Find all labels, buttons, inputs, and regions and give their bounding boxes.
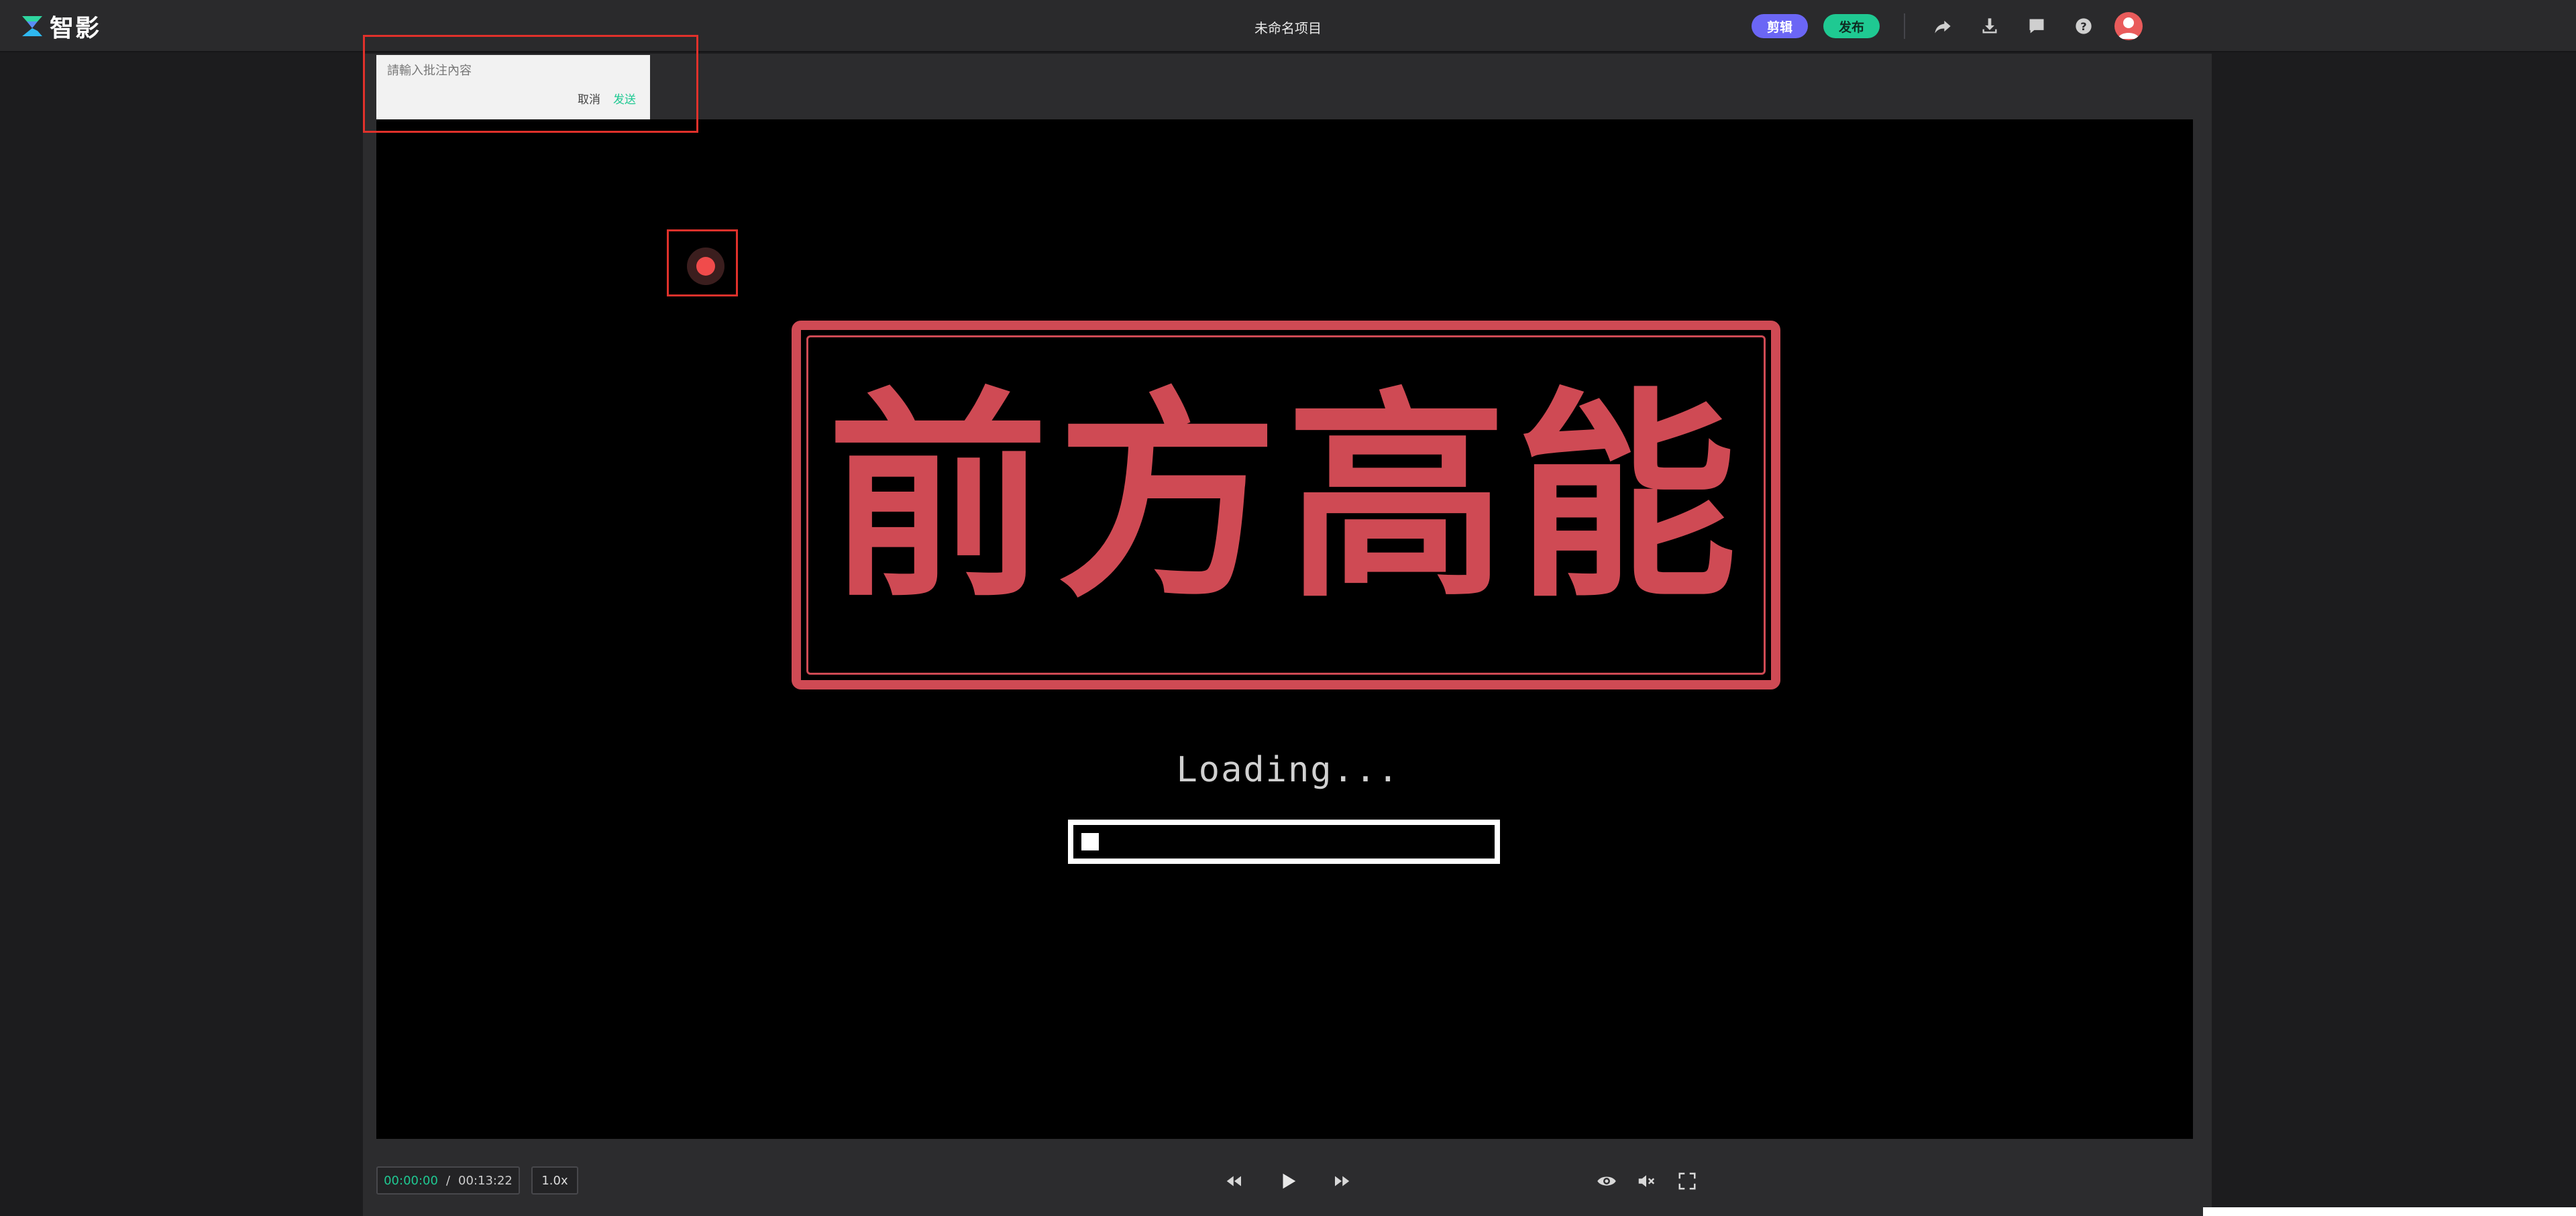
- playback-speed-button[interactable]: 1.0x: [531, 1166, 578, 1195]
- rewind-icon[interactable]: [1221, 1168, 1248, 1195]
- comment-cancel-button[interactable]: 取消: [578, 90, 600, 107]
- current-time: 00:00:00: [384, 1173, 438, 1188]
- comment-icon[interactable]: [2025, 15, 2048, 38]
- video-sign-inner-border: [806, 335, 1766, 675]
- comment-input[interactable]: [387, 60, 642, 80]
- video-loading-text: Loading...: [1176, 750, 1400, 790]
- fullscreen-icon[interactable]: [1674, 1168, 1701, 1195]
- toolbar-divider: [1904, 13, 1905, 39]
- eye-icon[interactable]: [1593, 1168, 1620, 1195]
- annotation-marker[interactable]: [687, 247, 724, 285]
- avatar[interactable]: [2114, 12, 2143, 40]
- time-separator: /: [445, 1173, 451, 1188]
- publish-button[interactable]: 发布: [1823, 14, 1880, 38]
- top-bar: 智影 未命名项目 剪辑 发布 ?: [0, 0, 2576, 52]
- volume-mute-icon[interactable]: [1633, 1168, 1660, 1195]
- play-icon[interactable]: [1275, 1168, 1301, 1195]
- edit-button[interactable]: 剪辑: [1752, 14, 1808, 38]
- comment-send-button[interactable]: 发送: [613, 90, 636, 107]
- download-icon[interactable]: [1978, 15, 2001, 38]
- project-title[interactable]: 未命名项目: [0, 17, 2576, 37]
- video-loading-fill: [1081, 833, 1099, 850]
- annotation-marker-dot: [696, 257, 715, 276]
- bottom-edge-strip: [2203, 1207, 2576, 1216]
- share-icon[interactable]: [1931, 15, 1954, 38]
- video-loading-bar: [1068, 820, 1500, 864]
- comment-popup: 取消 发送: [376, 55, 650, 119]
- fast-forward-icon[interactable]: [1328, 1168, 1355, 1195]
- video-sign: 前方高能: [792, 321, 1780, 689]
- help-icon[interactable]: ?: [2072, 15, 2095, 38]
- total-time: 00:13:22: [458, 1173, 513, 1188]
- time-display: 00:00:00 / 00:13:22: [376, 1166, 520, 1195]
- svg-text:?: ?: [2080, 20, 2086, 33]
